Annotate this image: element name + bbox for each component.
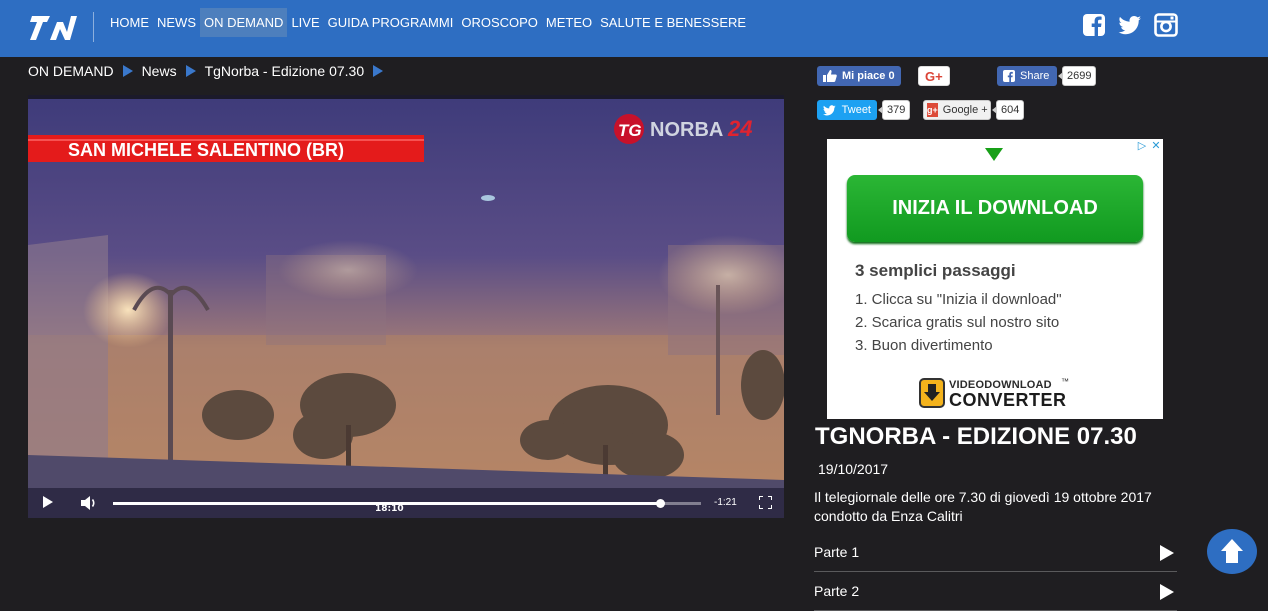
tweet-count: 379 [877, 100, 911, 120]
google-plus-share-button[interactable]: g+ Google + [923, 100, 991, 120]
episode-title: TGNORBA - EDIZIONE 07.30 [815, 423, 1137, 450]
breadcrumb: ON DEMAND News TgNorba - Edizione 07.30 [28, 62, 392, 80]
episode-part-label: Parte 2 [814, 583, 860, 599]
episode-date: 19/10/2017 [818, 461, 889, 477]
facebook-icon[interactable] [1082, 13, 1106, 37]
seek-handle[interactable] [655, 499, 665, 508]
remaining-time: -1:21 [714, 497, 737, 508]
volume-icon[interactable] [80, 495, 98, 511]
ad-download-button[interactable]: INIZIA IL DOWNLOAD [847, 175, 1143, 242]
facebook-share-button[interactable]: Share [997, 66, 1057, 86]
channel-logo-norba: NORBA [650, 119, 723, 141]
facebook-icon [1003, 70, 1015, 82]
twitter-icon [823, 104, 836, 115]
google-plus-one-label: G+ [925, 68, 943, 84]
nav-on-demand[interactable]: ON DEMAND [200, 8, 288, 37]
arrow-up-icon [1221, 539, 1243, 563]
nav-live[interactable]: LIVE [287, 8, 323, 37]
episode-part-row[interactable]: Parte 2 [814, 572, 1177, 611]
video-frame: SAN MICHELE SALENTINO (BR) TG NORBA 24 [28, 95, 784, 518]
video-player[interactable]: SAN MICHELE SALENTINO (BR) TG NORBA 24 [28, 95, 784, 518]
facebook-share-label: Share [1020, 70, 1050, 82]
current-time: 18:10 [375, 504, 404, 514]
nav-meteo[interactable]: METEO [542, 8, 596, 37]
episode-part-label: Parte 1 [814, 544, 860, 560]
nav-oroscopo[interactable]: OROSCOPO [457, 8, 542, 37]
breadcrumb-arrow-icon [122, 65, 133, 77]
play-icon[interactable] [1160, 545, 1174, 561]
seek-bar[interactable] [113, 499, 701, 508]
facebook-like-label: Mi piace 0 [842, 70, 895, 82]
facebook-share-count: 2699 [1057, 66, 1097, 86]
twitter-icon[interactable] [1118, 13, 1142, 37]
video-controls: 18:10 -1:21 [28, 488, 784, 518]
tweet-button[interactable]: Tweet [817, 100, 877, 120]
ad-step: 1. Clicca su "Inizia il download" [855, 291, 1062, 308]
thumbs-up-icon [823, 70, 837, 82]
tweet-label: Tweet [841, 104, 871, 116]
google-plus-icon: g+ [927, 103, 938, 117]
nav-guida-programmi[interactable]: GUIDA PROGRAMMI [324, 8, 458, 37]
ad-step: 2. Scarica gratis sul nostro sito [855, 314, 1060, 331]
breadcrumb-on-demand[interactable]: ON DEMAND [28, 63, 114, 79]
ad-close-icon[interactable]: ✕ [1149, 139, 1163, 153]
breadcrumb-arrow-icon [185, 65, 196, 77]
ad-choices-icon[interactable]: ▷ [1135, 139, 1149, 153]
google-plus-one-button[interactable]: G+ [918, 66, 950, 86]
episode-part-row[interactable]: Parte 1 [814, 533, 1177, 572]
fullscreen-icon[interactable] [759, 496, 772, 509]
ad-brand-trademark: ™ [1061, 377, 1069, 386]
nav-salute-benessere[interactable]: SALUTE E BENESSERE [596, 8, 750, 37]
channel-logo-number: 24 [727, 116, 752, 141]
channel-logo-tg: TG [618, 121, 642, 140]
advertisement[interactable]: ▷ ✕ INIZIA IL DOWNLOAD 3 semplici passag… [827, 139, 1163, 419]
google-plus-count: 604 [991, 100, 1025, 120]
breadcrumb-arrow-icon [373, 65, 384, 77]
breadcrumb-current: TgNorba - Edizione 07.30 [204, 63, 365, 79]
facebook-like-button[interactable]: Mi piace 0 [817, 66, 901, 86]
play-icon[interactable] [43, 496, 53, 508]
google-plus-label: Google + [942, 104, 988, 116]
breadcrumb-news[interactable]: News [142, 63, 177, 79]
ad-choices[interactable]: ▷ ✕ [1135, 139, 1163, 153]
ad-brand-bottom: CONVERTER [949, 390, 1067, 410]
video-caption: SAN MICHELE SALENTINO (BR) [68, 140, 344, 160]
instagram-icon[interactable] [1154, 13, 1178, 37]
main-nav: HOME NEWS ON DEMAND LIVE GUIDA PROGRAMMI… [106, 8, 750, 37]
top-navigation-bar: HOME NEWS ON DEMAND LIVE GUIDA PROGRAMMI… [0, 0, 1268, 57]
ad-step: 3. Buon divertimento [855, 337, 993, 354]
logo-divider [93, 12, 94, 42]
ad-steps-title: 3 semplici passaggi [855, 261, 1016, 280]
arrow-down-icon [985, 148, 1003, 161]
scroll-to-top-button[interactable] [1207, 529, 1257, 574]
videodownload-converter-logo: VIDEODOWNLOAD ™ CONVERTER [919, 377, 1079, 410]
nav-news[interactable]: NEWS [153, 8, 200, 37]
download-icon [919, 378, 945, 408]
nav-home[interactable]: HOME [106, 8, 153, 37]
episode-description: Il telegiornale delle ore 7.30 di gioved… [814, 489, 1152, 524]
tgnorba-logo[interactable] [30, 12, 78, 44]
